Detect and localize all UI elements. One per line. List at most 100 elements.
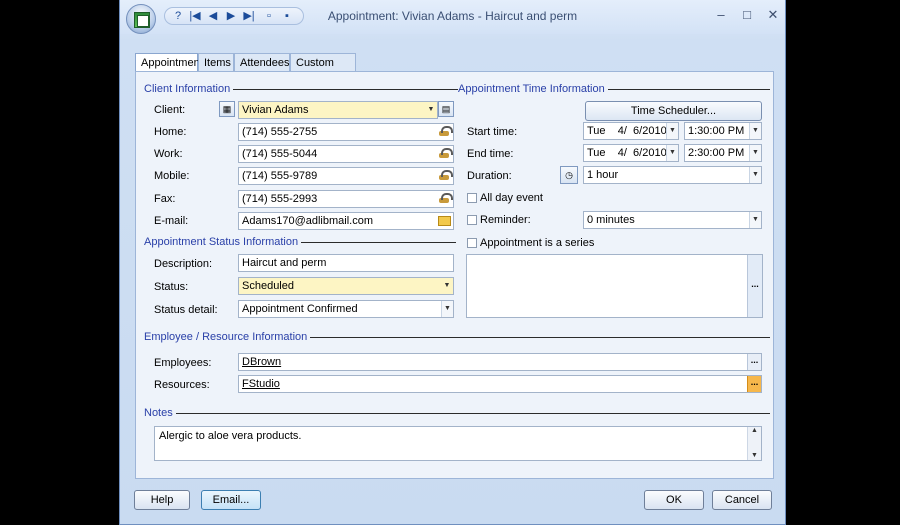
- start-date-picker[interactable]: Tue 4/ 6/2010 ▼: [583, 122, 679, 140]
- notes-section-rule: [144, 413, 770, 414]
- series-label: Appointment is a series: [480, 237, 595, 249]
- appointment-window: ? |◀ ◀ ▶ ▶| ▫ ▪ Appointment: Vivian Adam…: [119, 0, 786, 525]
- chevron-down-icon[interactable]: ▼: [666, 123, 678, 139]
- client-section-title: Client Information: [144, 83, 234, 95]
- duration-label: Duration:: [467, 170, 512, 182]
- client-card-icon[interactable]: ▤: [438, 101, 454, 117]
- status-detail-select[interactable]: Appointment Confirmed ▼: [238, 300, 454, 318]
- resources-label: Resources:: [154, 379, 210, 391]
- chevron-down-icon[interactable]: ▼: [749, 167, 761, 183]
- mobile-label: Mobile:: [154, 170, 190, 182]
- chevron-down-icon[interactable]: ▼: [749, 212, 761, 228]
- help-button[interactable]: Help: [134, 490, 190, 510]
- start-time-label: Start time:: [467, 126, 518, 138]
- fax-value: (714) 555-2993: [242, 193, 318, 205]
- work-phone-field[interactable]: (714) 555-5044: [238, 145, 454, 163]
- start-time-value: 1:30:00 PM: [688, 125, 745, 137]
- title-bar: ? |◀ ◀ ▶ ▶| ▫ ▪ Appointment: Vivian Adam…: [120, 0, 785, 34]
- chevron-down-icon[interactable]: ▼: [425, 102, 437, 118]
- reminder-checkbox[interactable]: [467, 215, 477, 225]
- end-date-value: Tue 4/ 6/2010: [587, 147, 667, 159]
- work-label: Work:: [154, 148, 183, 160]
- work-phone-value: (714) 555-5044: [242, 148, 318, 160]
- maximize-icon[interactable]: □: [740, 8, 754, 22]
- tab-appointment[interactable]: Appointment: [135, 53, 203, 73]
- employees-label: Employees:: [154, 357, 212, 369]
- resources-value[interactable]: FStudio: [242, 378, 280, 390]
- email-field[interactable]: Adams170@adlibmail.com: [238, 212, 454, 230]
- end-time-label: End time:: [467, 148, 514, 160]
- notes-textarea[interactable]: Alergic to aloe vera products. ▲ ▼: [154, 426, 762, 461]
- time-section-title: Appointment Time Information: [458, 83, 608, 95]
- reminder-select[interactable]: 0 minutes ▼: [583, 211, 762, 229]
- description-label: Description:: [154, 258, 213, 270]
- mobile-phone-field[interactable]: (714) 555-9789: [238, 167, 454, 185]
- scroll-down-icon[interactable]: ▼: [748, 452, 761, 459]
- close-icon[interactable]: ✕: [766, 8, 780, 22]
- notes-section-title: Notes: [144, 407, 176, 419]
- status-select[interactable]: Scheduled ▼: [238, 277, 454, 295]
- reminder-label: Reminder:: [480, 214, 531, 226]
- email-button[interactable]: Email...: [201, 490, 261, 510]
- reminder-value: 0 minutes: [587, 214, 635, 226]
- chevron-down-icon[interactable]: ▼: [666, 145, 678, 161]
- email-label: E-mail:: [154, 215, 189, 227]
- series-checkbox[interactable]: [467, 238, 477, 248]
- end-date-picker[interactable]: Tue 4/ 6/2010 ▼: [583, 144, 679, 162]
- start-date-value: Tue 4/ 6/2010: [587, 125, 667, 137]
- status-label: Status:: [154, 281, 189, 293]
- employees-picker-button[interactable]: ...: [747, 354, 761, 370]
- ok-button[interactable]: OK: [644, 490, 704, 510]
- dial-phone-icon[interactable]: [438, 170, 453, 182]
- end-time-value: 2:30:00 PM: [688, 147, 745, 159]
- description-input[interactable]: Haircut and perm: [238, 254, 454, 272]
- all-day-event-checkbox[interactable]: [467, 193, 477, 203]
- dial-phone-icon[interactable]: [438, 148, 453, 160]
- client-value: Vivian Adams: [242, 104, 309, 116]
- client-select[interactable]: Vivian Adams ▼: [238, 101, 438, 119]
- tab-attendees[interactable]: Attendees: [234, 53, 290, 72]
- employee-section-title: Employee / Resource Information: [144, 331, 311, 343]
- dial-phone-icon[interactable]: [438, 126, 453, 138]
- employees-value[interactable]: DBrown: [242, 356, 281, 368]
- scroll-up-icon[interactable]: ▲: [748, 427, 761, 434]
- client-lookup-icon[interactable]: ▦: [219, 101, 235, 117]
- status-detail-value: Appointment Confirmed: [242, 303, 358, 315]
- window-title: Appointment: Vivian Adams - Haircut and …: [327, 9, 578, 23]
- minimize-icon[interactable]: –: [714, 8, 728, 22]
- resources-field[interactable]: FStudio ...: [238, 375, 762, 393]
- status-section-title: Appointment Status Information: [144, 236, 302, 248]
- end-time-picker[interactable]: 2:30:00 PM ▼: [684, 144, 762, 162]
- tab-items[interactable]: Items: [198, 53, 234, 72]
- status-detail-label: Status detail:: [154, 304, 218, 316]
- home-label: Home:: [154, 126, 187, 138]
- chevron-down-icon[interactable]: ▼: [749, 145, 761, 161]
- chevron-down-icon[interactable]: ▼: [441, 301, 453, 317]
- home-phone-field[interactable]: (714) 555-2755: [238, 123, 454, 141]
- email-value: Adams170@adlibmail.com: [242, 215, 374, 227]
- fax-label: Fax:: [154, 193, 176, 205]
- fax-field[interactable]: (714) 555-2993: [238, 190, 454, 208]
- resources-picker-button[interactable]: ...: [747, 376, 761, 392]
- cancel-button[interactable]: Cancel: [712, 490, 772, 510]
- dial-phone-icon[interactable]: [438, 193, 453, 205]
- time-scheduler-button[interactable]: Time Scheduler...: [585, 101, 762, 121]
- employees-field[interactable]: DBrown ...: [238, 353, 762, 371]
- chevron-down-icon[interactable]: ▼: [441, 278, 453, 294]
- series-pattern-box[interactable]: ...: [466, 254, 763, 318]
- series-pattern-button[interactable]: ...: [747, 255, 762, 317]
- notes-text: Alergic to aloe vera products.: [159, 430, 302, 442]
- send-email-icon[interactable]: [438, 216, 451, 226]
- status-value: Scheduled: [242, 280, 294, 292]
- all-day-event-label: All day event: [480, 192, 543, 204]
- tab-custom-fields[interactable]: Custom Fields: [290, 53, 356, 87]
- duration-select[interactable]: 1 hour ▼: [583, 166, 762, 184]
- chevron-down-icon[interactable]: ▼: [749, 123, 761, 139]
- client-label: Client:: [154, 104, 186, 116]
- home-phone-value: (714) 555-2755: [242, 126, 318, 138]
- start-time-picker[interactable]: 1:30:00 PM ▼: [684, 122, 762, 140]
- notes-scrollbar[interactable]: ▲ ▼: [747, 427, 761, 460]
- description-value: Haircut and perm: [242, 257, 327, 269]
- duration-value: 1 hour: [587, 169, 619, 181]
- stopwatch-icon[interactable]: ◷: [560, 166, 578, 184]
